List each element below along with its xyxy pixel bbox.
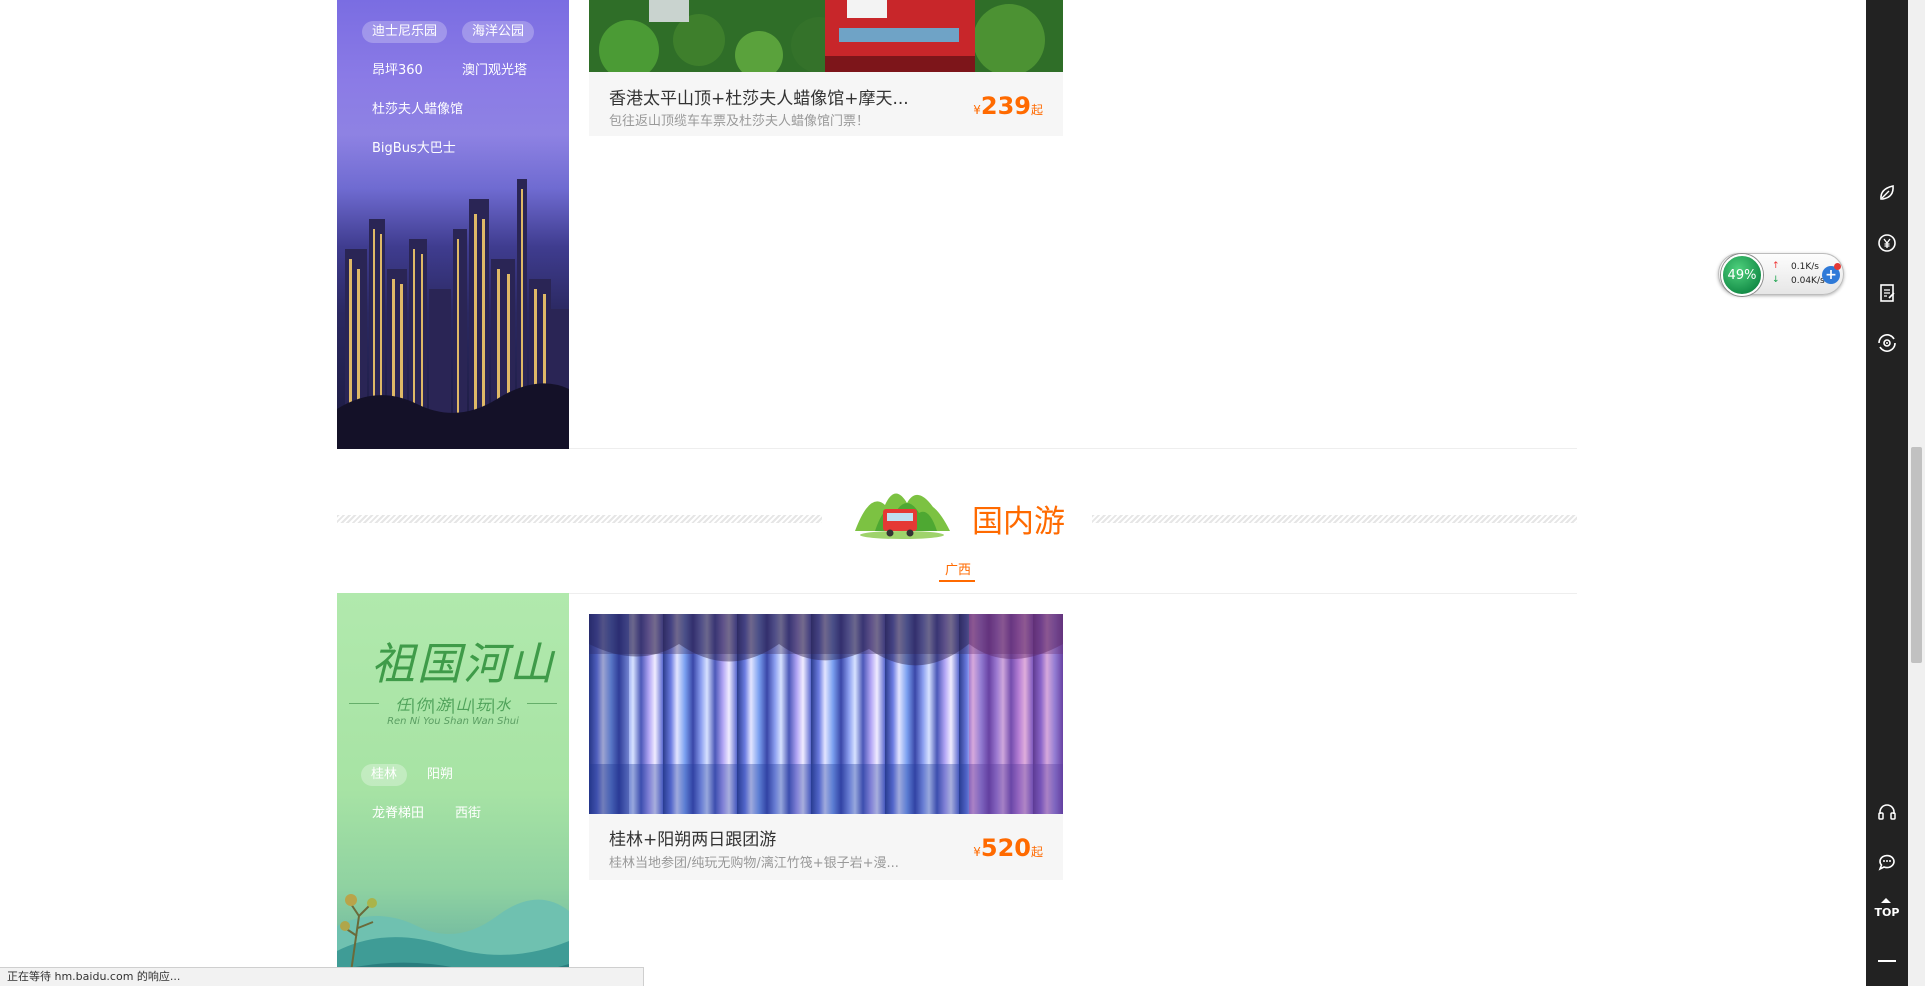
download-arrow-icon: ↓	[1772, 275, 1780, 285]
gx-tag-guilin[interactable]: 桂林	[361, 764, 408, 786]
guangxi-product-card[interactable]: 桂林+阳朔两日跟团游 桂林当地参团/纯玩无购物/漓江竹筏+银子岩+漫... ¥5…	[589, 614, 1063, 880]
hk-tag-ngong-ping[interactable]: 昂坪360	[362, 60, 433, 82]
price-suffix: 起	[1030, 845, 1043, 859]
mountain-bus-icon	[855, 493, 950, 539]
header-stripe-right	[1092, 515, 1577, 523]
gx-card-subtitle: 桂林当地参团/纯玩无购物/漓江竹筏+银子岩+漫...	[609, 856, 899, 871]
hk-tag-disney[interactable]: 迪士尼乐园	[362, 21, 448, 43]
peak-tram-photo	[589, 0, 1063, 72]
tab-guangxi-underline	[939, 580, 975, 582]
slogan-rule-right	[527, 703, 557, 704]
gx-tag-west-street[interactable]: 西街	[445, 803, 491, 825]
alert-dot	[1834, 263, 1841, 270]
hk-tag-bigbus[interactable]: BigBus大巴士	[362, 138, 466, 160]
hk-tag-madame-tussauds[interactable]: 杜莎夫人蜡像馆	[362, 99, 473, 121]
price-value: 239	[980, 92, 1031, 120]
hk-product-card[interactable]: 香港太平山顶+杜莎夫人蜡像馆+摩天... 包往返山顶缆车车票及杜莎夫人蜡像馆门票…	[589, 0, 1063, 136]
upload-speed: 0.1K/s	[1791, 262, 1819, 272]
city-skyline-image	[337, 179, 569, 449]
memory-usage-indicator: 49%	[1721, 254, 1763, 296]
currency-symbol: ¥	[973, 103, 981, 117]
back-to-top-button[interactable]: TOP	[1866, 906, 1908, 919]
price-suffix: 起	[1030, 103, 1043, 117]
gx-card-price: ¥520起	[973, 834, 1043, 862]
collapse-icon[interactable]	[1878, 960, 1896, 962]
browser-status-bar: 正在等待 hm.baidu.com 的响应...	[0, 967, 644, 986]
hk-tag-ocean-park[interactable]: 海洋公园	[462, 21, 535, 43]
yen-icon[interactable]	[1866, 223, 1908, 263]
banner-slogan: 任|你|游|山|玩|水	[395, 696, 511, 714]
hk-card-price: ¥239起	[973, 92, 1043, 120]
divider	[569, 448, 1577, 449]
reed-flute-cave-photo	[589, 614, 1063, 814]
back-to-top-caret-icon[interactable]	[1881, 898, 1891, 903]
gx-tag-yangshuo[interactable]: 阳朔	[417, 764, 463, 786]
guangxi-banner: 祖国河山 任|你|游|山|玩|水 Ren Ni You Shan Wan Shu…	[337, 593, 569, 986]
divider	[569, 593, 1577, 594]
price-value: 520	[980, 834, 1031, 862]
tab-guangxi[interactable]: 广西	[940, 559, 976, 578]
headset-icon[interactable]	[1866, 792, 1908, 832]
notes-icon[interactable]	[1866, 273, 1908, 313]
hk-card-title[interactable]: 香港太平山顶+杜莎夫人蜡像馆+摩天...	[609, 84, 909, 109]
banner-pinyin: Ren Ni You Shan Wan Shui	[387, 716, 519, 727]
gx-card-title[interactable]: 桂林+阳朔两日跟团游	[609, 825, 776, 850]
hk-tag-macau-tower[interactable]: 澳门观光塔	[452, 60, 537, 82]
hk-card-subtitle: 包往返山顶缆车车票及杜莎夫人蜡像馆门票！	[609, 114, 870, 129]
download-speed: 0.04K/s	[1791, 276, 1825, 286]
upload-arrow-icon: ↑	[1772, 261, 1780, 271]
leaf-icon[interactable]	[1866, 173, 1908, 213]
eye-refresh-icon[interactable]	[1866, 323, 1908, 363]
banner-calligraphy-title: 祖国河山	[371, 639, 555, 690]
hk-banner: 迪士尼乐园 海洋公园 昂坪360 澳门观光塔 杜莎夫人蜡像馆 BigBus大巴士	[337, 0, 569, 449]
scrollbar-thumb[interactable]	[1911, 447, 1922, 663]
gx-tag-longji[interactable]: 龙脊梯田	[362, 803, 434, 825]
header-stripe-left	[337, 515, 822, 523]
network-monitor-widget[interactable]: 49% ↑ 0.1K/s ↓ 0.04K/s +	[1718, 253, 1844, 296]
chat-icon[interactable]	[1866, 842, 1908, 882]
currency-symbol: ¥	[973, 845, 981, 859]
right-toolbar: TOP	[1866, 0, 1908, 986]
section-title-domestic: 国内游	[972, 504, 1065, 540]
